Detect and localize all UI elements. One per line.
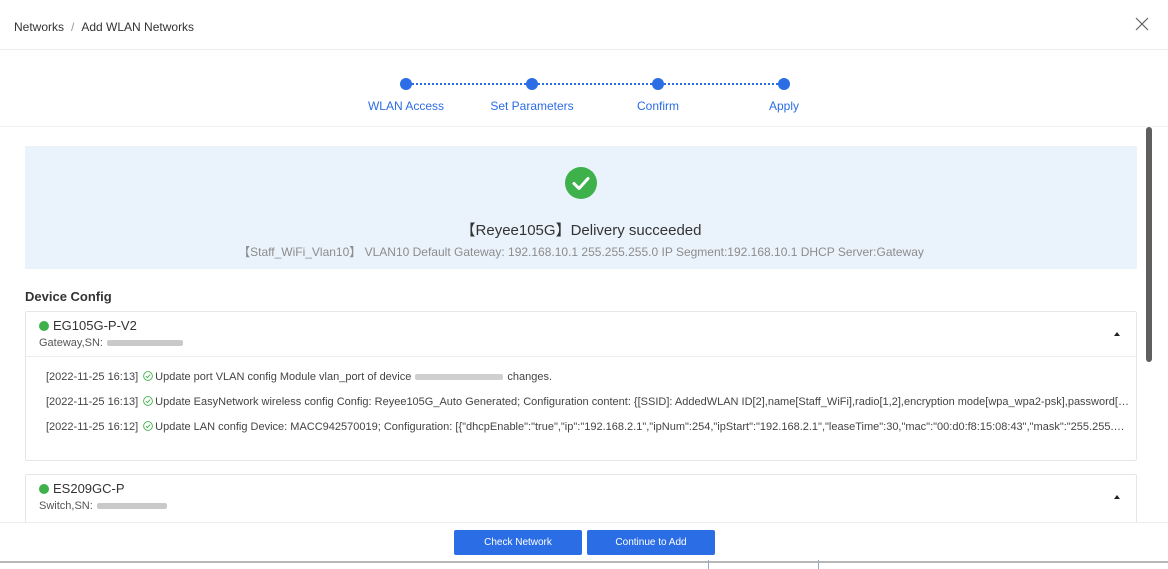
online-status-dot — [39, 484, 49, 494]
step-connector — [412, 83, 526, 85]
success-banner: 【Reyee105G】Delivery succeeded 【Staff_WiF… — [25, 146, 1137, 269]
step-label-wlan-access: WLAN Access — [367, 99, 445, 113]
device-card-header[interactable]: ES209GC-P Switch,SN: — [26, 475, 1136, 520]
check-circle-outline-icon — [143, 371, 154, 381]
log-time: [2022-11-25 16:12] — [46, 421, 139, 433]
device-type-sn: Switch,SN: — [39, 500, 167, 512]
scrollbar-thumb[interactable] — [1146, 127, 1152, 362]
device-id-redacted — [415, 374, 504, 381]
device-card-gateway: EG105G-P-V2 Gateway,SN: [2022-11-25 16:1… — [25, 311, 1137, 461]
footer-divider — [0, 561, 1168, 563]
step-dot-wlan-access — [400, 78, 412, 90]
device-type-sn-label: Gateway,SN: — [39, 337, 103, 349]
step-connector — [538, 83, 652, 85]
log-time: [2022-11-25 16:13] — [46, 371, 139, 383]
online-status-dot — [39, 321, 49, 331]
device-type-sn-label: Switch,SN: — [39, 500, 93, 512]
check-circle-outline-icon — [143, 421, 154, 431]
device-name: ES209GC-P — [53, 481, 125, 496]
dialog-footer: Check Network Continue to Add — [0, 522, 1168, 569]
step-label-apply: Apply — [768, 99, 800, 113]
breadcrumb-current: Add WLAN Networks — [81, 20, 195, 34]
progress-stepper: WLAN Access Set Parameters Confirm Apply — [0, 50, 1168, 127]
log-time: [2022-11-25 16:13] — [46, 396, 139, 408]
log-entry: [2022-11-25 16:12] Update LAN config Devi… — [46, 421, 1130, 433]
step-connector — [664, 83, 778, 85]
step-dot-set-parameters — [526, 78, 538, 90]
check-network-button[interactable]: Check Network — [454, 530, 582, 555]
step-dot-confirm — [652, 78, 664, 90]
check-circle-outline-icon — [143, 396, 154, 406]
step-label-set-parameters: Set Parameters — [490, 99, 574, 113]
log-text-end: changes. — [507, 371, 553, 383]
check-circle-icon — [565, 167, 597, 199]
device-type-sn: Gateway,SN: — [39, 337, 183, 349]
log-entry: [2022-11-25 16:13] Update EasyNetwork wir… — [46, 396, 1130, 408]
breadcrumb-separator: / — [71, 20, 75, 34]
device-config-heading: Device Config — [25, 289, 112, 304]
device-card-switch: ES209GC-P Switch,SN: — [25, 474, 1137, 522]
result-content[interactable]: 【Reyee105G】Delivery succeeded 【Staff_WiF… — [14, 127, 1140, 522]
log-entry: [2022-11-25 16:13] Update port VLAN confi… — [46, 371, 1130, 383]
delivery-status-title: 【Reyee105G】Delivery succeeded — [460, 222, 702, 239]
serial-number-redacted — [107, 340, 183, 347]
step-label-confirm: Confirm — [636, 99, 680, 113]
log-text: Update LAN config Device: MACC942570019;… — [155, 421, 1130, 433]
footer-tick — [818, 560, 819, 569]
content-scrollbar[interactable] — [1145, 127, 1153, 522]
step-dot-apply — [778, 78, 790, 90]
log-text: Update EasyNetwork wireless config Confi… — [155, 396, 1130, 408]
log-text: Update port VLAN config Module vlan_port… — [155, 371, 412, 383]
serial-number-redacted — [96, 503, 167, 510]
device-card-header[interactable]: EG105G-P-V2 Gateway,SN: — [26, 312, 1136, 357]
continue-to-add-button[interactable]: Continue to Add — [587, 530, 715, 555]
breadcrumb-networks-link[interactable]: Networks — [14, 20, 64, 34]
close-icon[interactable] — [1134, 16, 1150, 32]
breadcrumb: Networks / Add WLAN Networks — [14, 20, 194, 34]
collapse-caret-icon[interactable] — [1114, 495, 1120, 499]
device-name: EG105G-P-V2 — [53, 318, 137, 333]
collapse-caret-icon[interactable] — [1114, 332, 1120, 336]
footer-tick — [708, 560, 709, 569]
network-summary: 【Staff_WiFi_Vlan10】 VLAN10 Default Gatew… — [238, 245, 924, 259]
dialog-header: Networks / Add WLAN Networks — [0, 0, 1168, 50]
